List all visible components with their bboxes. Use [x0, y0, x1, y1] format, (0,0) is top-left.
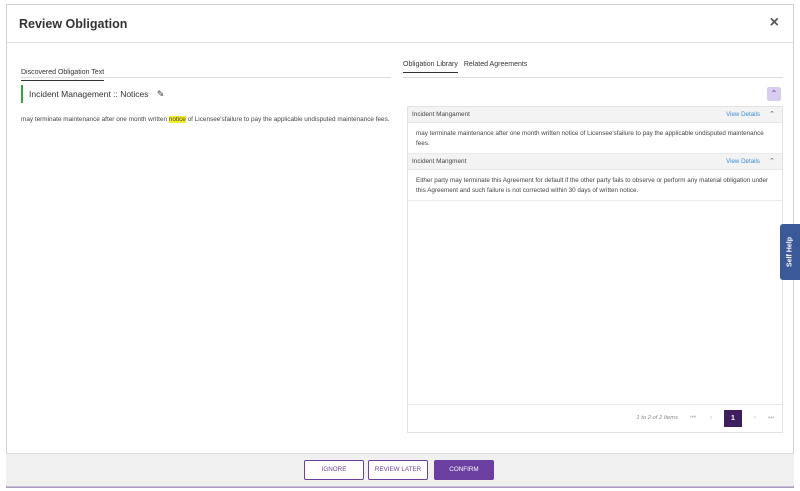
card-title: Incident Mangament — [412, 111, 470, 118]
self-help-tab[interactable]: Self Help — [780, 224, 800, 280]
divider — [403, 77, 783, 78]
obligation-text-before: may terminate maintenance after one mont… — [21, 116, 169, 123]
view-details-link[interactable]: View Details — [726, 107, 760, 123]
divider — [21, 77, 391, 78]
obligation-heading-label: Incident Management :: Notices — [29, 89, 149, 99]
chevron-up-icon[interactable]: ⌃ — [769, 154, 775, 170]
prev-page-icon[interactable]: ‹ — [706, 414, 716, 421]
card-header: Incident Mangament View Details ⌃ — [408, 107, 782, 123]
obligation-text: may terminate maintenance after one mont… — [21, 115, 391, 125]
next-page-icon[interactable]: › — [750, 414, 760, 421]
card-body: may terminate maintenance after one mont… — [408, 123, 782, 154]
tab-related-agreements[interactable]: Related Agreements — [464, 61, 527, 72]
self-help-label: Self Help — [786, 237, 794, 267]
library-card: Incident Mangment View Details ⌃ Either … — [408, 154, 782, 201]
highlighted-keyword: notice — [168, 116, 186, 123]
obligation-library-list: Incident Mangament View Details ⌃ may te… — [407, 106, 783, 433]
first-page-icon[interactable]: ⏮ — [688, 414, 698, 422]
tab-discovered-obligation-text[interactable]: Discovered Obligation Text — [21, 69, 105, 81]
obligation-heading: Incident Management :: Notices ✎ — [21, 85, 164, 103]
close-icon[interactable]: × — [770, 15, 779, 31]
obligation-text-after: of Licensee'sfailure to pay the applicab… — [185, 116, 390, 123]
modal-footer: IGNORE REVIEW LATER CONFIRM — [6, 453, 794, 486]
view-details-link[interactable]: View Details — [726, 154, 760, 170]
last-page-icon[interactable]: ⏭ — [766, 414, 776, 422]
chevron-up-icon[interactable]: ⌃ — [769, 107, 775, 123]
pagination-summary: 1 to 2 of 2 Items — [636, 415, 678, 421]
modal-title: Review Obligation — [19, 17, 128, 31]
tab-obligation-library[interactable]: Obligation Library — [403, 61, 458, 73]
library-card: Incident Mangament View Details ⌃ may te… — [408, 107, 782, 154]
review-later-button[interactable]: REVIEW LATER — [368, 460, 428, 480]
card-header: Incident Mangment View Details ⌃ — [408, 154, 782, 170]
right-tabs: Obligation Library Related Agreements — [403, 61, 533, 73]
obligation-library-pane: Obligation Library Related Agreements ⌃ I… — [403, 61, 783, 433]
pagination: 1 to 2 of 2 Items ⏮ ‹ 1 › ⏭ — [408, 404, 782, 432]
confirm-button[interactable]: CONFIRM — [434, 460, 494, 480]
double-chevron-up-icon[interactable]: ⌃ — [767, 87, 781, 101]
card-body: Either party may terminate this Agreemen… — [408, 170, 782, 201]
review-obligation-modal: Review Obligation × Discovered Obligatio… — [6, 4, 794, 488]
pencil-icon[interactable]: ✎ — [157, 85, 165, 103]
modal-header: Review Obligation × — [7, 5, 793, 43]
card-title: Incident Mangment — [412, 158, 467, 165]
discovered-obligation-pane: Discovered Obligation Text Incident Mana… — [21, 61, 391, 123]
bottom-accent-line — [6, 486, 794, 488]
ignore-button[interactable]: IGNORE — [304, 460, 364, 480]
current-page-button[interactable]: 1 — [724, 410, 742, 427]
